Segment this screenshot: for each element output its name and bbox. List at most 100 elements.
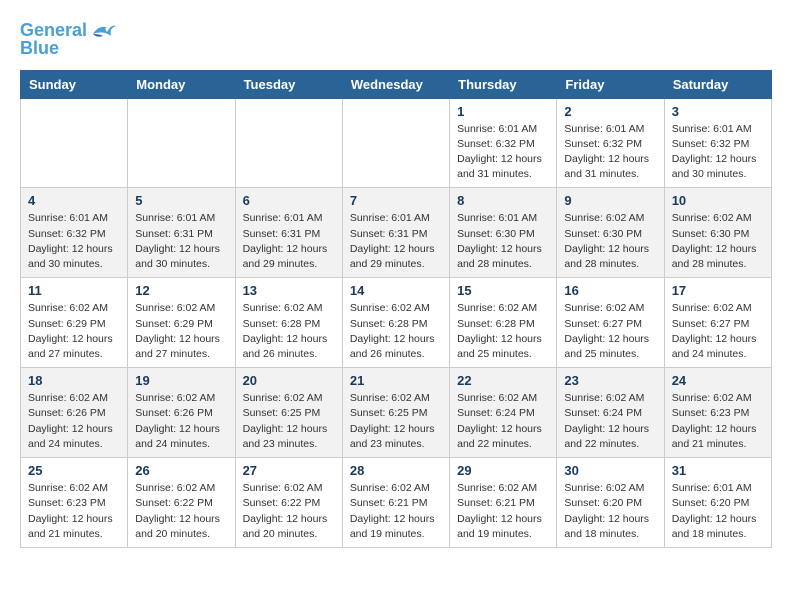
day-number: 13 xyxy=(243,283,335,298)
calendar-cell: 3 Sunrise: 6:01 AM Sunset: 6:32 PM Daylig… xyxy=(664,98,771,188)
day-info: Sunrise: 6:02 AM Sunset: 6:28 PM Dayligh… xyxy=(350,301,442,362)
day-number: 31 xyxy=(672,463,764,478)
day-number: 8 xyxy=(457,193,549,208)
day-info: Sunrise: 6:02 AM Sunset: 6:24 PM Dayligh… xyxy=(564,391,656,452)
day-info: Sunrise: 6:01 AM Sunset: 6:30 PM Dayligh… xyxy=(457,211,549,272)
day-info: Sunrise: 6:02 AM Sunset: 6:30 PM Dayligh… xyxy=(564,211,656,272)
calendar-cell: 14 Sunrise: 6:02 AM Sunset: 6:28 PM Dayli… xyxy=(342,278,449,368)
calendar-cell: 26 Sunrise: 6:02 AM Sunset: 6:22 PM Dayli… xyxy=(128,458,235,548)
calendar-cell: 1Sunrise: 6:01 AM Sunset: 6:32 PM Daylig… xyxy=(450,98,557,188)
day-info: Sunrise: 6:02 AM Sunset: 6:20 PM Dayligh… xyxy=(564,481,656,542)
day-number: 19 xyxy=(135,373,227,388)
calendar-cell: 16Sunrise: 6:02 AM Sunset: 6:27 PM Dayli… xyxy=(557,278,664,368)
day-number: 5 xyxy=(135,193,227,208)
day-number: 23 xyxy=(564,373,656,388)
day-number: 25 xyxy=(28,463,120,478)
calendar-cell xyxy=(342,98,449,188)
calendar-cell: 29 Sunrise: 6:02 AM Sunset: 6:21 PM Dayli… xyxy=(450,458,557,548)
calendar-cell: 11 Sunrise: 6:02 AM Sunset: 6:29 PM Dayli… xyxy=(21,278,128,368)
day-number: 9 xyxy=(564,193,656,208)
day-info: Sunrise: 6:01 AM Sunset: 6:32 PM Dayligh… xyxy=(28,211,120,272)
day-info: Sunrise: 6:02 AM Sunset: 6:30 PM Dayligh… xyxy=(672,211,764,272)
day-info: Sunrise: 6:01 AM Sunset: 6:32 PM Dayligh… xyxy=(564,122,656,183)
calendar-cell: 22Sunrise: 6:02 AM Sunset: 6:24 PM Dayli… xyxy=(450,368,557,458)
day-info: Sunrise: 6:02 AM Sunset: 6:24 PM Dayligh… xyxy=(457,391,549,452)
calendar-cell: 18 Sunrise: 6:02 AM Sunset: 6:26 PM Dayli… xyxy=(21,368,128,458)
calendar-cell xyxy=(128,98,235,188)
calendar-table: SundayMondayTuesdayWednesdayThursdayFrid… xyxy=(20,70,772,548)
calendar-cell: 25Sunrise: 6:02 AM Sunset: 6:23 PM Dayli… xyxy=(21,458,128,548)
day-info: Sunrise: 6:02 AM Sunset: 6:21 PM Dayligh… xyxy=(457,481,549,542)
calendar-cell: 15Sunrise: 6:02 AM Sunset: 6:28 PM Dayli… xyxy=(450,278,557,368)
day-info: Sunrise: 6:02 AM Sunset: 6:25 PM Dayligh… xyxy=(350,391,442,452)
day-number: 2 xyxy=(564,104,656,119)
calendar-cell: 10 Sunrise: 6:02 AM Sunset: 6:30 PM Dayli… xyxy=(664,188,771,278)
weekday-header-wednesday: Wednesday xyxy=(342,70,449,98)
day-info: Sunrise: 6:02 AM Sunset: 6:29 PM Dayligh… xyxy=(135,301,227,362)
day-info: Sunrise: 6:02 AM Sunset: 6:23 PM Dayligh… xyxy=(672,391,764,452)
day-number: 26 xyxy=(135,463,227,478)
calendar-week-2: 4 Sunrise: 6:01 AM Sunset: 6:32 PM Daylig… xyxy=(21,188,772,278)
day-number: 17 xyxy=(672,283,764,298)
day-number: 18 xyxy=(28,373,120,388)
day-number: 30 xyxy=(564,463,656,478)
day-info: Sunrise: 6:01 AM Sunset: 6:31 PM Dayligh… xyxy=(243,211,335,272)
weekday-header-saturday: Saturday xyxy=(664,70,771,98)
day-number: 4 xyxy=(28,193,120,208)
day-info: Sunrise: 6:02 AM Sunset: 6:21 PM Dayligh… xyxy=(350,481,442,542)
calendar-cell: 9 Sunrise: 6:02 AM Sunset: 6:30 PM Daylig… xyxy=(557,188,664,278)
weekday-header-thursday: Thursday xyxy=(450,70,557,98)
calendar-cell: 5 Sunrise: 6:01 AM Sunset: 6:31 PM Daylig… xyxy=(128,188,235,278)
calendar-cell xyxy=(21,98,128,188)
day-info: Sunrise: 6:02 AM Sunset: 6:26 PM Dayligh… xyxy=(135,391,227,452)
day-info: Sunrise: 6:02 AM Sunset: 6:28 PM Dayligh… xyxy=(243,301,335,362)
day-number: 6 xyxy=(243,193,335,208)
calendar-cell xyxy=(235,98,342,188)
calendar-cell: 13 Sunrise: 6:02 AM Sunset: 6:28 PM Dayli… xyxy=(235,278,342,368)
calendar-week-3: 11 Sunrise: 6:02 AM Sunset: 6:29 PM Dayli… xyxy=(21,278,772,368)
day-number: 20 xyxy=(243,373,335,388)
day-number: 29 xyxy=(457,463,549,478)
day-info: Sunrise: 6:02 AM Sunset: 6:22 PM Dayligh… xyxy=(135,481,227,542)
day-info: Sunrise: 6:01 AM Sunset: 6:20 PM Dayligh… xyxy=(672,481,764,542)
calendar-cell: 24Sunrise: 6:02 AM Sunset: 6:23 PM Dayli… xyxy=(664,368,771,458)
weekday-header-tuesday: Tuesday xyxy=(235,70,342,98)
day-info: Sunrise: 6:02 AM Sunset: 6:26 PM Dayligh… xyxy=(28,391,120,452)
logo-blue-text: Blue xyxy=(20,38,59,60)
day-info: Sunrise: 6:02 AM Sunset: 6:22 PM Dayligh… xyxy=(243,481,335,542)
day-number: 3 xyxy=(672,104,764,119)
calendar-week-5: 25Sunrise: 6:02 AM Sunset: 6:23 PM Dayli… xyxy=(21,458,772,548)
day-info: Sunrise: 6:02 AM Sunset: 6:29 PM Dayligh… xyxy=(28,301,120,362)
calendar-cell: 23 Sunrise: 6:02 AM Sunset: 6:24 PM Dayli… xyxy=(557,368,664,458)
day-info: Sunrise: 6:01 AM Sunset: 6:31 PM Dayligh… xyxy=(135,211,227,272)
logo: General Blue xyxy=(20,20,119,60)
day-number: 10 xyxy=(672,193,764,208)
calendar-week-1: 1Sunrise: 6:01 AM Sunset: 6:32 PM Daylig… xyxy=(21,98,772,188)
calendar-cell: 21 Sunrise: 6:02 AM Sunset: 6:25 PM Dayli… xyxy=(342,368,449,458)
calendar-cell: 28Sunrise: 6:02 AM Sunset: 6:21 PM Dayli… xyxy=(342,458,449,548)
day-number: 7 xyxy=(350,193,442,208)
day-info: Sunrise: 6:01 AM Sunset: 6:32 PM Dayligh… xyxy=(672,122,764,183)
calendar-cell: 7Sunrise: 6:01 AM Sunset: 6:31 PM Daylig… xyxy=(342,188,449,278)
calendar-header-row: SundayMondayTuesdayWednesdayThursdayFrid… xyxy=(21,70,772,98)
calendar-cell: 6 Sunrise: 6:01 AM Sunset: 6:31 PM Daylig… xyxy=(235,188,342,278)
calendar-body: 1Sunrise: 6:01 AM Sunset: 6:32 PM Daylig… xyxy=(21,98,772,547)
calendar-cell: 4 Sunrise: 6:01 AM Sunset: 6:32 PM Daylig… xyxy=(21,188,128,278)
weekday-header-friday: Friday xyxy=(557,70,664,98)
calendar-cell: 2 Sunrise: 6:01 AM Sunset: 6:32 PM Daylig… xyxy=(557,98,664,188)
page-header: General Blue xyxy=(20,20,772,60)
calendar-cell: 20Sunrise: 6:02 AM Sunset: 6:25 PM Dayli… xyxy=(235,368,342,458)
day-number: 27 xyxy=(243,463,335,478)
day-number: 21 xyxy=(350,373,442,388)
calendar-cell: 8 Sunrise: 6:01 AM Sunset: 6:30 PM Daylig… xyxy=(450,188,557,278)
day-info: Sunrise: 6:02 AM Sunset: 6:28 PM Dayligh… xyxy=(457,301,549,362)
day-info: Sunrise: 6:02 AM Sunset: 6:27 PM Dayligh… xyxy=(564,301,656,362)
calendar-cell: 30 Sunrise: 6:02 AM Sunset: 6:20 PM Dayli… xyxy=(557,458,664,548)
calendar-cell: 12 Sunrise: 6:02 AM Sunset: 6:29 PM Dayli… xyxy=(128,278,235,368)
day-number: 14 xyxy=(350,283,442,298)
day-number: 11 xyxy=(28,283,120,298)
day-number: 12 xyxy=(135,283,227,298)
day-info: Sunrise: 6:01 AM Sunset: 6:32 PM Dayligh… xyxy=(457,122,549,183)
logo-bird-icon xyxy=(89,20,117,42)
calendar-week-4: 18 Sunrise: 6:02 AM Sunset: 6:26 PM Dayli… xyxy=(21,368,772,458)
